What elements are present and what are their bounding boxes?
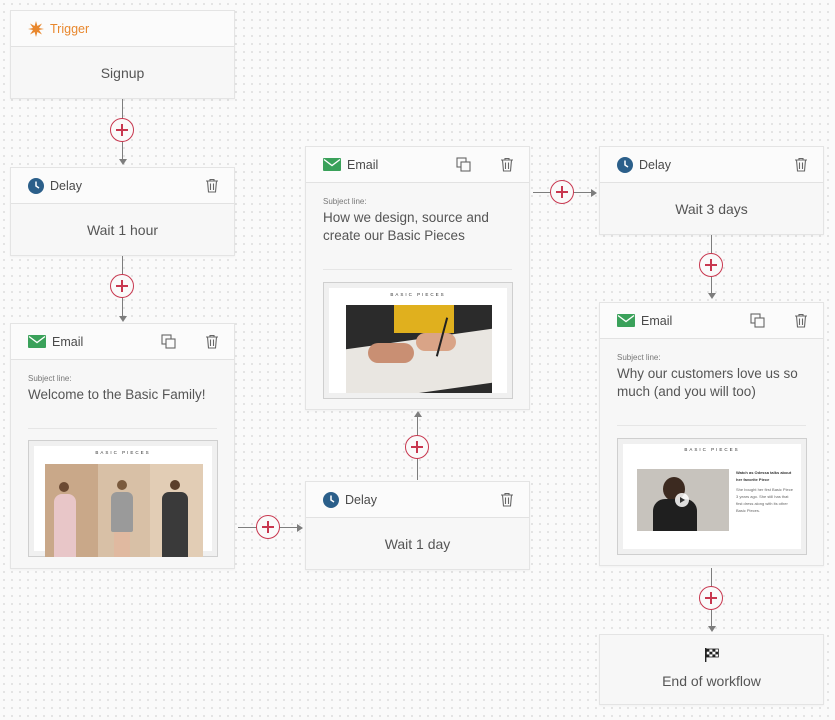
- email-card-1[interactable]: Email Subject line: Welcome to the Basic…: [10, 323, 235, 569]
- trigger-label: Trigger: [50, 21, 90, 36]
- subject-block: Subject line: How we design, source and …: [306, 183, 529, 245]
- end-label: End of workflow: [662, 673, 761, 689]
- subject-label: Subject line:: [28, 374, 72, 383]
- end-of-workflow-card: End of workflow: [599, 634, 824, 705]
- trash-icon[interactable]: [793, 313, 809, 329]
- trigger-body: Signup: [100, 65, 145, 81]
- clock-icon: [323, 491, 339, 508]
- subject-block: Subject line: Welcome to the Basic Famil…: [11, 360, 234, 404]
- add-step-button[interactable]: [699, 586, 723, 610]
- add-step-button[interactable]: [256, 515, 280, 539]
- email-label: Email: [641, 313, 673, 328]
- divider: [28, 428, 217, 429]
- add-step-button[interactable]: [699, 253, 723, 277]
- preview-brand: BASIC PIECES: [390, 292, 446, 297]
- divider: [617, 425, 806, 426]
- trash-icon[interactable]: [204, 334, 220, 350]
- email-preview[interactable]: BASIC PIECES Watch as Odessa talks about…: [617, 438, 807, 555]
- envelope-icon: [323, 158, 341, 171]
- duplicate-icon[interactable]: [749, 313, 765, 329]
- delay-header: Delay: [600, 147, 823, 183]
- add-step-button[interactable]: [110, 274, 134, 298]
- arrow-down-icon: [119, 159, 127, 165]
- arrow-up-icon: [414, 411, 422, 417]
- delay-body: Wait 1 day: [384, 536, 451, 552]
- subject-label: Subject line:: [323, 197, 367, 206]
- email-preview[interactable]: BASIC PIECES: [28, 440, 218, 557]
- sunburst-icon: [28, 20, 44, 37]
- email-header: Email: [11, 324, 234, 360]
- add-step-button[interactable]: [110, 118, 134, 142]
- preview-text: She bought her first Basic Piece 3 years…: [736, 487, 793, 513]
- email-header: Email: [306, 147, 529, 183]
- subject-label: Subject line:: [617, 353, 661, 362]
- subject-text: Why our customers love us so much (and y…: [617, 366, 798, 399]
- delay-body: Wait 3 days: [675, 201, 748, 217]
- trash-icon[interactable]: [499, 157, 515, 173]
- email-card-3[interactable]: Email Subject line: Why our customers lo…: [599, 302, 824, 566]
- email-card-2[interactable]: Email Subject line: How we design, sourc…: [305, 146, 530, 410]
- preview-heading: Watch as Odessa talks about her favorite…: [736, 470, 792, 482]
- preview-hero-image: [45, 464, 204, 557]
- delay-body: Wait 1 hour: [86, 222, 159, 238]
- duplicate-icon[interactable]: [160, 334, 176, 350]
- delay-card-3[interactable]: Delay Wait 3 days: [599, 146, 824, 235]
- trash-icon[interactable]: [204, 178, 220, 194]
- preview-brand: BASIC PIECES: [684, 447, 740, 452]
- arrow-down-icon: [708, 293, 716, 299]
- preview-brand: BASIC PIECES: [95, 450, 151, 455]
- delay-label: Delay: [345, 492, 377, 507]
- envelope-icon: [28, 335, 46, 348]
- delay-label: Delay: [639, 157, 671, 172]
- duplicate-icon[interactable]: [455, 157, 471, 173]
- delay-label: Delay: [50, 178, 82, 193]
- play-icon[interactable]: [675, 493, 689, 507]
- email-preview[interactable]: BASIC PIECES: [323, 282, 513, 399]
- email-header: Email: [600, 303, 823, 339]
- arrow-down-icon: [708, 626, 716, 632]
- arrow-down-icon: [119, 316, 127, 322]
- delay-header: Delay: [306, 482, 529, 518]
- arrow-right-icon: [591, 189, 597, 197]
- envelope-icon: [617, 314, 635, 327]
- delay-card-2[interactable]: Delay Wait 1 day: [305, 481, 530, 570]
- trigger-card[interactable]: Trigger Signup: [10, 10, 235, 99]
- subject-text: How we design, source and create our Bas…: [323, 210, 489, 243]
- checkered-flag-icon: [704, 647, 720, 663]
- clock-icon: [617, 156, 633, 173]
- add-step-button[interactable]: [550, 180, 574, 204]
- subject-text: Welcome to the Basic Family!: [28, 387, 206, 402]
- trigger-header: Trigger: [11, 11, 234, 47]
- subject-block: Subject line: Why our customers love us …: [600, 339, 823, 401]
- preview-video-thumbnail: [637, 469, 729, 531]
- clock-icon: [28, 177, 44, 194]
- trash-icon[interactable]: [793, 157, 809, 173]
- email-label: Email: [52, 334, 84, 349]
- delay-card-1[interactable]: Delay Wait 1 hour: [10, 167, 235, 256]
- divider: [323, 269, 512, 270]
- arrow-right-icon: [297, 524, 303, 532]
- trash-icon[interactable]: [499, 492, 515, 508]
- delay-header: Delay: [11, 168, 234, 204]
- add-step-button[interactable]: [405, 435, 429, 459]
- preview-hero-image: [346, 305, 492, 393]
- email-label: Email: [347, 157, 379, 172]
